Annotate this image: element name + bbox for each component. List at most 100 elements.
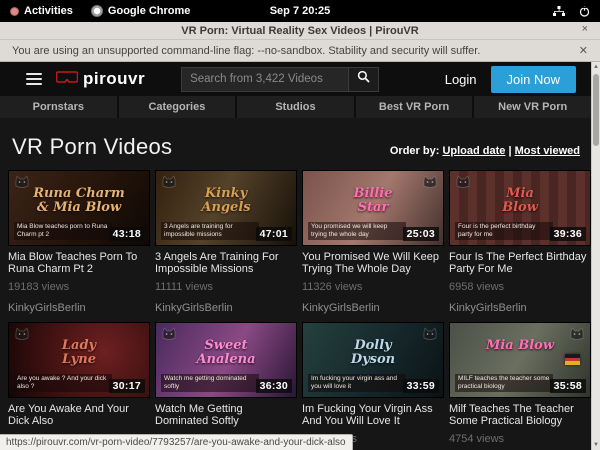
video-thumbnail[interactable]: Sweet Analena Watch me getting dominated… — [155, 322, 297, 398]
video-thumbnail[interactable]: Lady Lyne Are you awake ? And your dick … — [8, 322, 150, 398]
video-title-link[interactable]: Im Fucking Your Virgin Ass And You Will … — [302, 404, 444, 427]
main-nav: Pornstars Categories Studios Best VR Por… — [0, 96, 600, 118]
video-title-link[interactable]: Are You Awake And Your Dick Also — [8, 404, 150, 427]
video-card: Billie Star You promised we will keep tr… — [302, 170, 444, 314]
chrome-infobar: You are using an unsupported command-lin… — [0, 40, 600, 62]
duration-badge: 33:59 — [403, 379, 439, 393]
scroll-up-icon[interactable]: ▲ — [593, 62, 599, 72]
order-by-most-viewed-link[interactable]: Most viewed — [515, 145, 580, 157]
site-logo[interactable]: pirouvr — [56, 69, 145, 89]
status-url-tooltip: https://pirouvr.com/vr-porn-video/779325… — [0, 434, 353, 450]
studio-cat-logo-icon — [14, 327, 30, 345]
video-title-link[interactable]: Watch Me Getting Dominated Softly — [155, 404, 297, 427]
order-by-upload-date-link[interactable]: Upload date — [442, 145, 505, 157]
video-thumbnail[interactable]: Dolly Dyson Im fucking your virgin ass a… — [302, 322, 444, 398]
order-separator: | — [505, 145, 514, 157]
nav-item-new[interactable]: New VR Porn — [474, 96, 591, 118]
thumbnail-caption: 3 Angels are training for impossible mis… — [161, 222, 259, 240]
thumbnail-model-name: Kinky Angels — [156, 187, 296, 215]
thumbnail-caption: Are you awake ? And your dick also ? — [14, 374, 112, 392]
nav-item-best[interactable]: Best VR Porn — [356, 96, 473, 118]
video-views: 11326 views — [302, 281, 444, 293]
duration-badge: 39:36 — [550, 227, 586, 241]
german-flag — [565, 354, 580, 365]
infobar-message: You are using an unsupported command-lin… — [12, 45, 480, 57]
studio-cat-logo-icon — [569, 327, 585, 345]
duration-badge: 47:01 — [256, 227, 292, 241]
video-card: Lady Lyne Are you awake ? And your dick … — [8, 322, 150, 450]
studio-cat-logo-icon — [422, 327, 438, 345]
video-views: 4754 views — [449, 433, 591, 445]
thumbnail-model-name: Lady Lyne — [9, 339, 149, 367]
duration-badge: 35:58 — [550, 379, 586, 393]
page-heading-row: VR Porn Videos Order by: Upload date | M… — [0, 118, 600, 170]
video-thumbnail[interactable]: Mia Blow Four is the perfect birthday pa… — [449, 170, 591, 246]
video-card: Kinky Angels 3 Angels are training for i… — [155, 170, 297, 314]
page-title: VR Porn Videos — [12, 134, 172, 160]
thumbnail-caption: Im fucking your virgin ass and you will … — [308, 374, 406, 392]
scroll-down-icon[interactable]: ▼ — [593, 440, 599, 450]
video-thumbnail[interactable]: Runa Charm & Mia Blow Mia Blow teaches p… — [8, 170, 150, 246]
video-thumbnail[interactable]: Kinky Angels 3 Angels are training for i… — [155, 170, 297, 246]
studio-cat-logo-icon — [161, 327, 177, 345]
search-button[interactable] — [349, 67, 379, 92]
video-title-link[interactable]: Mia Blow Teaches Porn To Runa Charm Pt 2 — [8, 252, 150, 275]
thumbnail-caption: MILF teaches the teacher some practical … — [455, 374, 553, 392]
thumbnail-model-name: Mia Blow — [450, 187, 590, 215]
order-by: Order by: Upload date | Most viewed — [390, 145, 580, 157]
search-input[interactable] — [181, 67, 349, 92]
video-views: 19183 views — [8, 281, 150, 293]
video-views: 11111 views — [155, 281, 297, 293]
studio-cat-logo-icon — [455, 175, 471, 193]
login-link[interactable]: Login — [445, 72, 477, 87]
duration-badge: 36:30 — [256, 379, 292, 393]
video-card: Mia Blow Four is the perfect birthday pa… — [449, 170, 591, 314]
video-card: Sweet Analena Watch me getting dominated… — [155, 322, 297, 450]
video-title-link[interactable]: You Promised We Will Keep Trying The Who… — [302, 252, 444, 275]
window-title: VR Porn: Virtual Reality Sex Videos | Pi… — [181, 25, 418, 37]
studio-cat-logo-icon — [14, 175, 30, 193]
scrollbar-track[interactable] — [592, 72, 600, 440]
studio-link[interactable]: KinkyGirlsBerlin — [302, 302, 444, 314]
studio-link[interactable]: KinkyGirlsBerlin — [8, 302, 150, 314]
browser-viewport: pirouvr Login Join Now Pornstars Categor… — [0, 62, 600, 450]
video-title-link[interactable]: 3 Angels Are Training For Impossible Mis… — [155, 252, 297, 275]
search-form — [181, 67, 379, 92]
thumbnail-caption: You promised we will keep trying the who… — [308, 222, 406, 240]
thumbnail-model-name: Sweet Analena — [156, 339, 296, 367]
scrollbar[interactable]: ▲ ▼ — [591, 62, 600, 450]
thumbnail-model-name: Billie Star — [303, 187, 443, 215]
window-close-icon[interactable]: × — [582, 23, 588, 35]
site-logo-text: pirouvr — [83, 69, 145, 89]
video-title-link[interactable]: Milf Teaches The Teacher Some Practical … — [449, 404, 591, 427]
thumbnail-caption: Mia Blow teaches porn to Runa Charm pt 2 — [14, 222, 112, 240]
duration-badge: 30:17 — [109, 379, 145, 393]
studio-link[interactable]: KinkyGirlsBerlin — [449, 302, 591, 314]
video-thumbnail[interactable]: Mia Blow MILF teaches the teacher some p… — [449, 322, 591, 398]
thumbnail-caption: Watch me getting dominated softly — [161, 374, 259, 392]
window-titlebar: VR Porn: Virtual Reality Sex Videos | Pi… — [0, 22, 600, 40]
thumbnail-model-name: Dolly Dyson — [303, 339, 443, 367]
studio-cat-logo-icon — [161, 175, 177, 193]
duration-badge: 43:18 — [109, 227, 145, 241]
thumbnail-model-name: Mia Blow — [450, 339, 590, 353]
thumbnail-caption: Four is the perfect birthday party for m… — [455, 222, 553, 240]
video-card: Mia Blow MILF teaches the teacher some p… — [449, 322, 591, 450]
nav-item-categories[interactable]: Categories — [119, 96, 236, 118]
nav-item-pornstars[interactable]: Pornstars — [0, 96, 117, 118]
nav-item-studios[interactable]: Studios — [237, 96, 354, 118]
duration-badge: 25:03 — [403, 227, 439, 241]
search-icon — [357, 70, 370, 88]
join-now-button[interactable]: Join Now — [491, 66, 576, 93]
clock[interactable]: Sep 7 20:25 — [0, 5, 600, 17]
video-card: Dolly Dyson Im fucking your virgin ass a… — [302, 322, 444, 450]
video-title-link[interactable]: Four Is The Perfect Birthday Party For M… — [449, 252, 591, 275]
menu-icon[interactable] — [26, 73, 42, 85]
video-views: 6958 views — [449, 281, 591, 293]
video-card: Runa Charm & Mia Blow Mia Blow teaches p… — [8, 170, 150, 314]
video-grid: Runa Charm & Mia Blow Mia Blow teaches p… — [0, 170, 600, 450]
video-thumbnail[interactable]: Billie Star You promised we will keep tr… — [302, 170, 444, 246]
studio-link[interactable]: KinkyGirlsBerlin — [155, 302, 297, 314]
scrollbar-thumb[interactable] — [593, 74, 599, 146]
infobar-close-icon[interactable]: ✕ — [579, 44, 588, 57]
